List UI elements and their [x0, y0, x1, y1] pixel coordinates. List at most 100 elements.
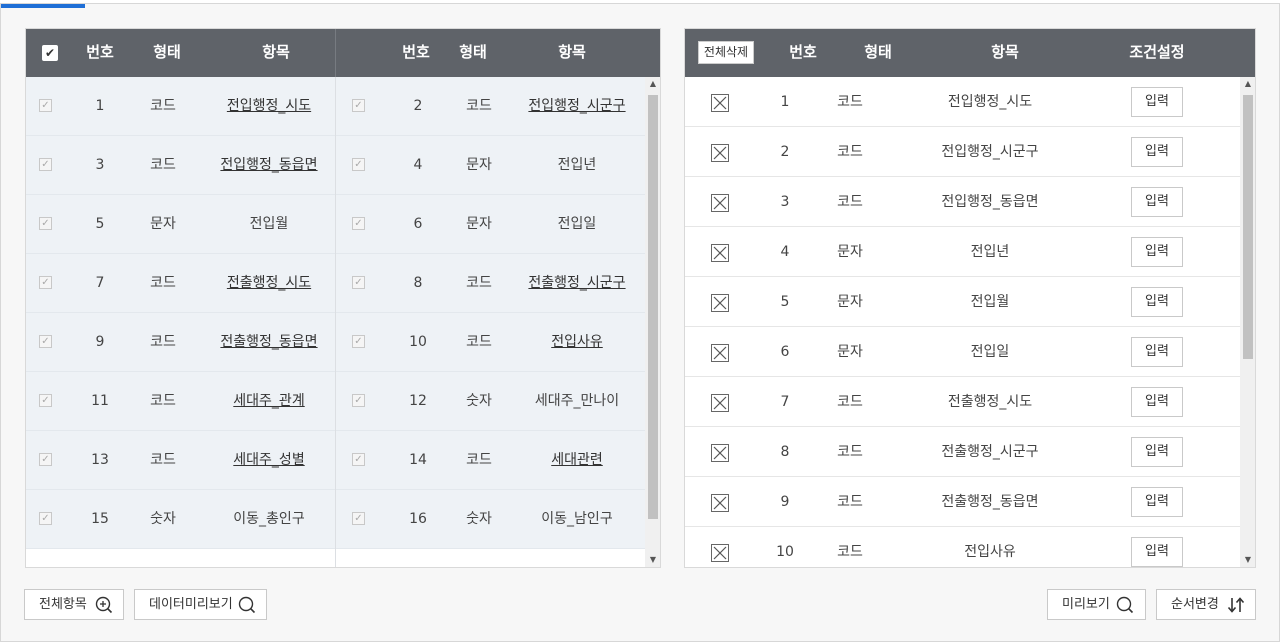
scroll-up-icon[interactable]: ▲ — [1240, 77, 1255, 91]
select-all-checkbox[interactable]: ✔ — [42, 45, 58, 61]
table-row: 9 코드 전출행정_동읍면 입력 — [685, 477, 1241, 527]
row-checkbox[interactable]: ✓ — [352, 335, 365, 348]
data-preview-button[interactable]: 데이터미리보기 — [134, 589, 267, 620]
remove-item-icon[interactable] — [711, 444, 729, 462]
row-item: 전출행정_동읍면 — [941, 494, 1039, 510]
condition-input-button[interactable]: 입력 — [1131, 537, 1183, 567]
left-item-table: ✔ 번호 형태 항목 번호 형태 항목 ✓ 1 코드 전입행정_시도 ✓ 2 코드 전입행정_… — [25, 28, 661, 568]
table-row: 8 코드 전출행정_시군구 입력 — [685, 427, 1241, 477]
row-type: 코드 — [466, 452, 492, 468]
condition-input-button[interactable]: 입력 — [1131, 387, 1183, 417]
row-item: 전입월 — [249, 216, 289, 232]
row-type: 코드 — [837, 394, 863, 410]
row-checkbox[interactable]: ✓ — [352, 276, 365, 289]
reorder-button[interactable]: 순서변경 — [1156, 589, 1256, 620]
row-number: 9 — [95, 334, 105, 350]
condition-input-button[interactable]: 입력 — [1131, 87, 1183, 117]
row-number: 5 — [95, 216, 105, 232]
table-row: ✓ 3 코드 전입행정_동읍면 ✓ 4 문자 전입년 — [26, 136, 646, 195]
preview-button[interactable]: 미리보기 — [1047, 589, 1146, 620]
table-row: ✓ 11 코드 세대주_관계 ✓ 12 숫자 세대주_만나이 — [26, 372, 646, 431]
row-item[interactable]: 전출행정_시군구 — [512, 254, 642, 313]
condition-input-button[interactable]: 입력 — [1131, 487, 1183, 517]
row-number: 1 — [780, 94, 790, 110]
row-checkbox[interactable]: ✓ — [39, 335, 52, 348]
remove-item-icon[interactable] — [711, 294, 729, 312]
row-item[interactable]: 전입행정_시군구 — [512, 77, 642, 136]
remove-item-icon[interactable] — [711, 494, 729, 512]
header-condition: 조건설정 — [1129, 43, 1185, 61]
row-item[interactable]: 세대관련 — [512, 431, 642, 490]
row-number: 12 — [409, 393, 427, 409]
row-type: 문자 — [837, 244, 863, 260]
row-type: 문자 — [466, 216, 492, 232]
all-items-button[interactable]: 전체항목 — [24, 589, 124, 620]
row-checkbox[interactable]: ✓ — [352, 512, 365, 525]
row-item[interactable]: 전입사유 — [512, 313, 642, 372]
row-type: 문자 — [837, 294, 863, 310]
row-number: 4 — [413, 157, 423, 173]
condition-input-button[interactable]: 입력 — [1131, 287, 1183, 317]
row-type: 코드 — [150, 393, 176, 409]
row-checkbox[interactable]: ✓ — [39, 453, 52, 466]
condition-input-button[interactable]: 입력 — [1131, 437, 1183, 467]
remove-item-icon[interactable] — [711, 394, 729, 412]
table-row: 5 문자 전입월 입력 — [685, 277, 1241, 327]
row-checkbox[interactable]: ✓ — [39, 394, 52, 407]
scroll-up-icon[interactable]: ▲ — [645, 77, 660, 91]
right-scrollbar[interactable]: ▲ ▼ — [1240, 77, 1255, 567]
scroll-thumb[interactable] — [1243, 95, 1253, 359]
table-row: 3 코드 전입행정_동읍면 입력 — [685, 177, 1241, 227]
condition-input-button[interactable]: 입력 — [1131, 337, 1183, 367]
row-type: 숫자 — [466, 393, 492, 409]
row-checkbox[interactable]: ✓ — [39, 99, 52, 112]
row-checkbox[interactable]: ✓ — [39, 512, 52, 525]
row-type: 코드 — [150, 157, 176, 173]
left-table-body: ✓ 1 코드 전입행정_시도 ✓ 2 코드 전입행정_시군구 ✓ 3 코드 전입행정_동읍면 ✓ 4 문자 전… — [26, 77, 646, 567]
row-item[interactable]: 세대주_관계 — [202, 372, 336, 431]
row-type: 코드 — [837, 194, 863, 210]
scroll-down-icon[interactable]: ▼ — [645, 553, 660, 567]
scroll-thumb[interactable] — [648, 95, 658, 519]
search-icon — [1116, 596, 1134, 614]
row-checkbox[interactable]: ✓ — [39, 276, 52, 289]
delete-all-button[interactable]: 전체삭제 — [698, 41, 754, 64]
row-checkbox[interactable]: ✓ — [352, 394, 365, 407]
scroll-down-icon[interactable]: ▼ — [1240, 553, 1255, 567]
header-number: 번호 — [86, 43, 114, 61]
right-selected-table: 전체삭제 번호 형태 항목 조건설정 1 코드 전입행정_시도 입력 2 코드 전입행정_시… — [684, 28, 1256, 568]
condition-input-button[interactable]: 입력 — [1131, 237, 1183, 267]
table-row: ✓ 9 코드 전출행정_동읍면 ✓ 10 코드 전입사유 — [26, 313, 646, 372]
condition-input-button[interactable]: 입력 — [1131, 187, 1183, 217]
remove-item-icon[interactable] — [711, 144, 729, 162]
condition-input-button[interactable]: 입력 — [1131, 137, 1183, 167]
row-checkbox[interactable]: ✓ — [39, 158, 52, 171]
row-number: 8 — [413, 275, 423, 291]
row-checkbox[interactable]: ✓ — [352, 158, 365, 171]
row-checkbox[interactable]: ✓ — [352, 217, 365, 230]
row-type: 문자 — [837, 344, 863, 360]
remove-item-icon[interactable] — [711, 194, 729, 212]
row-type: 코드 — [837, 144, 863, 160]
row-checkbox[interactable]: ✓ — [352, 99, 365, 112]
remove-item-icon[interactable] — [711, 244, 729, 262]
row-number: 2 — [413, 98, 423, 114]
row-item[interactable]: 전입행정_동읍면 — [202, 136, 336, 195]
row-type: 숫자 — [150, 511, 176, 527]
row-item: 전입년 — [970, 244, 1010, 260]
remove-item-icon[interactable] — [711, 344, 729, 362]
remove-item-icon[interactable] — [711, 544, 729, 562]
row-item[interactable]: 전입행정_시도 — [202, 77, 336, 136]
row-number: 7 — [780, 394, 790, 410]
row-checkbox[interactable]: ✓ — [352, 453, 365, 466]
row-item: 전출행정_시군구 — [941, 444, 1039, 460]
left-scrollbar[interactable]: ▲ ▼ — [645, 77, 660, 567]
row-item[interactable]: 전출행정_동읍면 — [202, 313, 336, 372]
row-type: 코드 — [150, 452, 176, 468]
table-row: 6 문자 전입일 입력 — [685, 327, 1241, 377]
remove-item-icon[interactable] — [711, 94, 729, 112]
row-checkbox[interactable]: ✓ — [39, 217, 52, 230]
header-number-2: 번호 — [402, 43, 430, 61]
row-item[interactable]: 세대주_성별 — [202, 431, 336, 490]
row-item[interactable]: 전출행정_시도 — [202, 254, 336, 313]
